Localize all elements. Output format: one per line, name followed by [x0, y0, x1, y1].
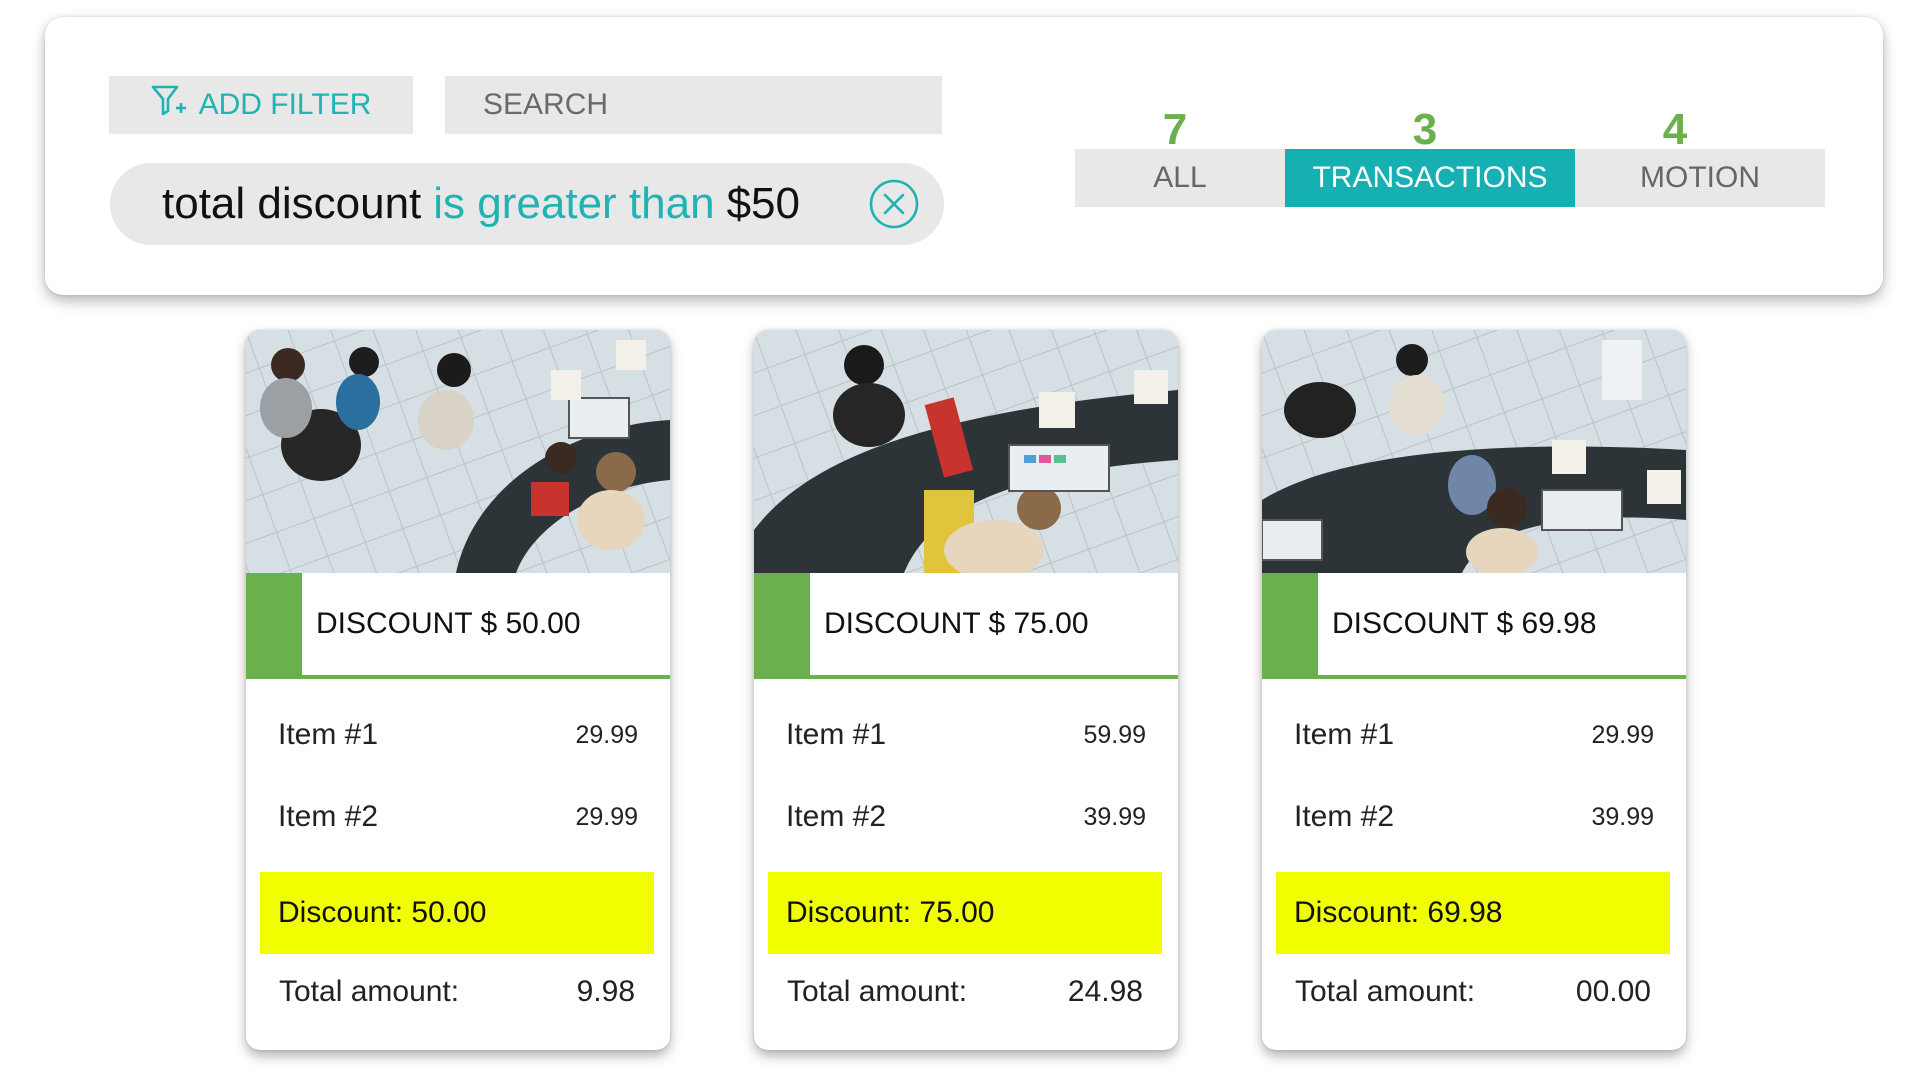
active-filter-chip[interactable]: total discount is greater than $50 — [110, 163, 944, 245]
remove-filter-icon[interactable] — [868, 178, 920, 230]
tab-count-motion: 4 — [1662, 105, 1688, 154]
item-price: 39.99 — [1591, 802, 1654, 831]
item-row: Item #2 29.99 — [278, 800, 638, 834]
transaction-card[interactable]: DISCOUNT $ 69.98 Item #1 29.99 Item #2 3… — [1262, 330, 1686, 1050]
add-filter-icon — [151, 84, 189, 126]
item-price: 29.99 — [575, 802, 638, 831]
item-row: Item #2 39.99 — [1294, 800, 1654, 834]
item-price: 59.99 — [1083, 720, 1146, 749]
item-name: Item #1 — [278, 718, 379, 751]
discount-header-label: DISCOUNT $ 75.00 — [824, 607, 1089, 640]
discount-header-label: DISCOUNT $ 50.00 — [316, 607, 581, 640]
total-row: Total amount: 9.98 — [279, 952, 635, 1032]
item-name: Item #2 — [278, 800, 379, 833]
tab-transactions[interactable]: TRANSACTIONS — [1285, 149, 1575, 207]
total-row: Total amount: 24.98 — [787, 952, 1143, 1032]
item-row: Item #1 29.99 — [1294, 718, 1654, 752]
total-value: 24.98 — [1067, 975, 1143, 1008]
tab-motion[interactable]: MOTION — [1575, 149, 1825, 207]
total-label: Total amount: — [279, 975, 460, 1008]
discount-accent — [1262, 573, 1318, 675]
add-filter-label: ADD FILTER — [198, 88, 372, 121]
item-name: Item #1 — [786, 718, 887, 751]
item-name: Item #2 — [786, 800, 887, 833]
store-camera-photo — [1262, 330, 1686, 573]
transaction-card[interactable]: DISCOUNT $ 75.00 Item #1 59.99 Item #2 3… — [754, 330, 1178, 1050]
total-label: Total amount: — [1295, 975, 1476, 1008]
discount-header: DISCOUNT $ 50.00 — [246, 573, 670, 679]
discount-header: DISCOUNT $ 69.98 — [1262, 573, 1686, 679]
tab-count-transactions: 3 — [1412, 105, 1438, 154]
discount-highlight: Discount: 50.00 — [260, 872, 654, 954]
discount-accent — [246, 573, 302, 675]
item-name: Item #2 — [1294, 800, 1395, 833]
discount-header-label: DISCOUNT $ 69.98 — [1332, 607, 1597, 640]
discount-highlight: Discount: 69.98 — [1276, 872, 1670, 954]
item-row: Item #1 29.99 — [278, 718, 638, 752]
add-filter-button[interactable]: ADD FILTER — [109, 76, 413, 134]
filter-panel: ADD FILTER total discount is greater tha… — [45, 17, 1883, 295]
item-row: Item #1 59.99 — [786, 718, 1146, 752]
total-value: 9.98 — [576, 975, 635, 1008]
transaction-card[interactable]: DISCOUNT $ 50.00 Item #1 29.99 Item #2 2… — [246, 330, 670, 1050]
discount-header: DISCOUNT $ 75.00 — [754, 573, 1178, 679]
item-price: 29.99 — [1591, 720, 1654, 749]
search-input[interactable] — [445, 76, 942, 134]
filter-value: $50 — [726, 179, 800, 228]
total-row: Total amount: 00.00 — [1295, 952, 1651, 1032]
view-tabs: ALL TRANSACTIONS MOTION — [1075, 149, 1825, 207]
item-name: Item #1 — [1294, 718, 1395, 751]
item-price: 39.99 — [1083, 802, 1146, 831]
app-root: ADD FILTER total discount is greater tha… — [0, 0, 1920, 1080]
discount-highlight: Discount: 75.00 — [768, 872, 1162, 954]
discount-accent — [754, 573, 810, 675]
item-price: 29.99 — [575, 720, 638, 749]
item-row: Item #2 39.99 — [786, 800, 1146, 834]
filter-field: total discount — [162, 179, 422, 228]
tab-count-all: 7 — [1162, 105, 1188, 154]
filter-operator: is greater than — [433, 179, 715, 228]
store-camera-photo — [246, 330, 670, 573]
store-camera-photo — [754, 330, 1178, 573]
total-label: Total amount: — [787, 975, 968, 1008]
tab-all[interactable]: ALL — [1075, 149, 1285, 207]
total-value: 00.00 — [1575, 975, 1651, 1008]
